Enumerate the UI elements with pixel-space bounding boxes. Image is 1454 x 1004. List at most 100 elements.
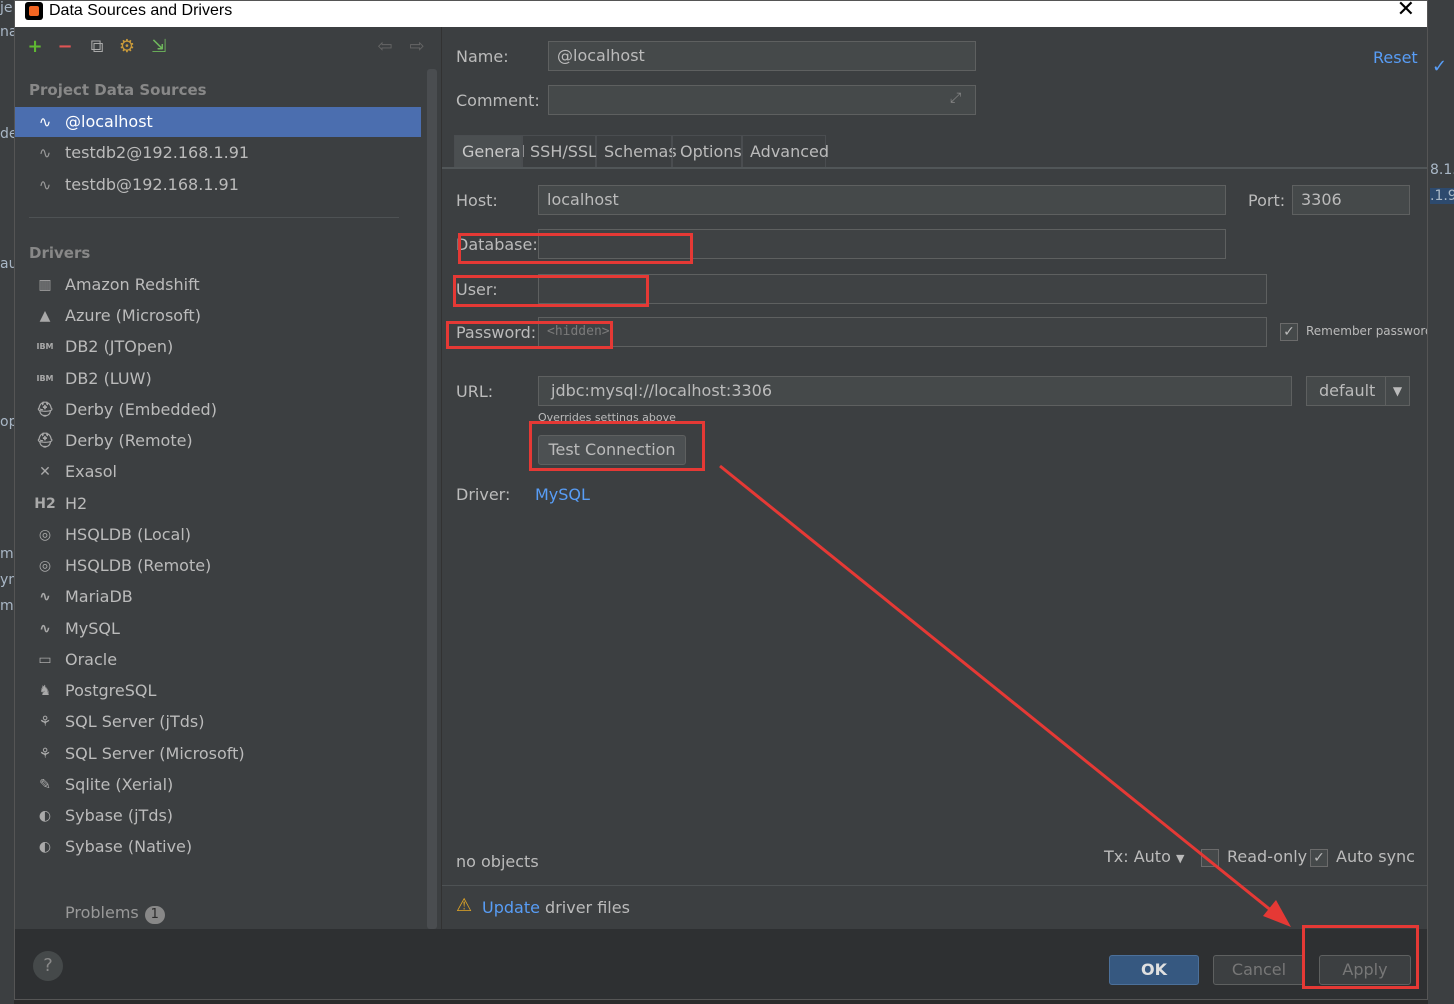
data-sources-dialog: Data Sources and Drivers ✕ + − ⧉ ⚙ ⇲ ⇦ ⇨… bbox=[14, 0, 1428, 1000]
datasource-item-testdb2[interactable]: ∿ testdb2@192.168.1.91 bbox=[15, 138, 421, 168]
port-input[interactable]: 3306 bbox=[1292, 185, 1410, 215]
driver-item[interactable]: ⛑ Derby (Remote) bbox=[15, 426, 421, 456]
driver-item[interactable]: IBM DB2 (JTOpen) bbox=[15, 332, 421, 362]
driver-item[interactable]: ∿ MariaDB bbox=[15, 582, 421, 612]
forward-arrow-icon[interactable]: ⇨ bbox=[407, 37, 427, 57]
url-mode-select[interactable]: default ▼ bbox=[1306, 376, 1410, 406]
datasource-item-localhost[interactable]: ∿ @localhost bbox=[15, 107, 421, 137]
mysql-dolphin-icon: ∿ bbox=[38, 113, 52, 131]
ok-button[interactable]: OK bbox=[1109, 955, 1199, 985]
driver-item[interactable]: ⚘ SQL Server (Microsoft) bbox=[15, 739, 421, 769]
driver-warning-bar: ⚠ Update driver files bbox=[442, 885, 1427, 929]
reset-link[interactable]: Reset bbox=[1373, 48, 1418, 67]
driver-icon: ◎ bbox=[38, 527, 52, 543]
driver-item[interactable]: ▭ Oracle bbox=[15, 645, 421, 675]
driver-item[interactable]: ◎ HSQLDB (Remote) bbox=[15, 551, 421, 581]
driver-icon: ▭ bbox=[38, 652, 52, 668]
tab-schemas[interactable]: Schemas bbox=[596, 135, 677, 167]
driver-icon: ⛑ bbox=[36, 433, 54, 449]
datasource-label: @localhost bbox=[65, 112, 153, 131]
url-label: URL: bbox=[456, 382, 494, 401]
warning-icon: ⚠ bbox=[456, 895, 473, 916]
chevron-down-icon: ▼ bbox=[1175, 852, 1185, 865]
url-input[interactable]: jdbc:mysql://localhost:3306 bbox=[538, 376, 1292, 406]
auto-sync-checkbox[interactable]: ✓ bbox=[1310, 849, 1328, 867]
import-icon[interactable]: ⇲ bbox=[149, 37, 169, 57]
driver-item[interactable]: H2 H2 bbox=[15, 489, 421, 519]
driver-label: Sqlite (Xerial) bbox=[65, 775, 174, 794]
problems-link[interactable]: Problems 1 bbox=[65, 903, 165, 924]
drivers-header: Drivers bbox=[29, 244, 91, 262]
name-input[interactable]: @localhost bbox=[548, 41, 976, 71]
driver-settings-icon[interactable]: ⚙ bbox=[117, 37, 137, 57]
tx-mode-label: Tx: Auto bbox=[1104, 847, 1171, 866]
tab-advanced[interactable]: Advanced bbox=[742, 135, 829, 167]
driver-link[interactable]: MySQL bbox=[535, 485, 590, 504]
tab-general[interactable]: General bbox=[454, 135, 525, 167]
driver-label: MySQL bbox=[65, 619, 120, 638]
name-label: Name: bbox=[456, 47, 509, 66]
driver-item[interactable]: ⛑ Derby (Embedded) bbox=[15, 395, 421, 425]
update-driver-message: Update driver files bbox=[482, 898, 630, 917]
driver-label: H2 bbox=[65, 494, 88, 513]
expand-icon[interactable]: ⤢ bbox=[950, 90, 961, 106]
driver-icon: ◎ bbox=[38, 558, 52, 574]
datasource-item-testdb[interactable]: ∿ testdb@192.168.1.91 bbox=[15, 170, 421, 200]
left-toolbar: + − ⧉ ⚙ ⇲ ⇦ ⇨ bbox=[15, 27, 441, 67]
duplicate-icon[interactable]: ⧉ bbox=[87, 37, 107, 57]
host-label: Host: bbox=[456, 191, 498, 210]
add-icon[interactable]: + bbox=[25, 37, 45, 57]
driver-item[interactable]: IBM DB2 (LUW) bbox=[15, 364, 421, 394]
update-link[interactable]: Update bbox=[482, 898, 540, 917]
mysql-dolphin-icon: ∿ bbox=[38, 176, 52, 194]
driver-item[interactable]: ⚘ SQL Server (jTds) bbox=[15, 707, 421, 737]
annotation-box-database bbox=[458, 233, 693, 264]
bg-fragment: 8.1. bbox=[1430, 162, 1454, 178]
bg-pin-icon: ✓ bbox=[1432, 56, 1448, 77]
cancel-button[interactable]: Cancel bbox=[1213, 955, 1305, 985]
driver-item[interactable]: ▲ Azure (Microsoft) bbox=[15, 301, 421, 331]
section-divider bbox=[29, 217, 399, 218]
help-icon[interactable]: ? bbox=[33, 951, 63, 981]
remove-icon[interactable]: − bbox=[55, 37, 75, 57]
driver-item[interactable]: ▥ Amazon Redshift bbox=[15, 270, 421, 300]
bg-fragment: m bbox=[0, 546, 14, 562]
driver-label: Derby (Remote) bbox=[65, 431, 193, 450]
left-scrollbar[interactable] bbox=[427, 69, 437, 929]
bg-fragment: je bbox=[0, 0, 13, 16]
close-icon[interactable]: ✕ bbox=[1397, 1, 1415, 21]
annotation-box-test-connection bbox=[529, 421, 705, 471]
driver-label: SQL Server (jTds) bbox=[65, 712, 205, 731]
driver-icon: ✎ bbox=[39, 777, 51, 793]
driver-item[interactable]: ◎ HSQLDB (Local) bbox=[15, 520, 421, 550]
driver-item[interactable]: ♞ PostgreSQL bbox=[15, 676, 421, 706]
tab-options[interactable]: Options bbox=[672, 135, 742, 167]
tab-ssh-ssl[interactable]: SSH/SSL bbox=[522, 135, 597, 167]
driver-item[interactable]: ✎ Sqlite (Xerial) bbox=[15, 770, 421, 800]
password-input[interactable]: <hidden> bbox=[538, 317, 1267, 347]
back-arrow-icon[interactable]: ⇦ bbox=[375, 37, 395, 57]
driver-item[interactable]: ◐ Sybase (jTds) bbox=[15, 801, 421, 831]
intellij-app-icon bbox=[25, 2, 43, 20]
driver-files-text: driver files bbox=[539, 898, 630, 917]
host-input[interactable]: localhost bbox=[538, 185, 1226, 215]
driver-item[interactable]: ◐ Sybase (Native) bbox=[15, 832, 421, 862]
driver-label: Exasol bbox=[65, 462, 117, 481]
dialog-button-bar: ? OK Cancel Apply bbox=[15, 929, 1427, 999]
background-ide-left: je na de au op m yn m bbox=[0, 0, 18, 1004]
annotation-box-password bbox=[446, 321, 613, 349]
driver-label: PostgreSQL bbox=[65, 681, 157, 700]
driver-item[interactable]: ∿ MySQL bbox=[15, 614, 421, 644]
remember-password-checkbox[interactable]: ✓ bbox=[1280, 323, 1298, 341]
driver-label: Sybase (Native) bbox=[65, 837, 193, 856]
driver-item[interactable]: ✕ Exasol bbox=[15, 457, 421, 487]
read-only-label: Read-only bbox=[1227, 847, 1308, 866]
datasource-label: testdb2@192.168.1.91 bbox=[65, 143, 250, 162]
read-only-checkbox[interactable] bbox=[1201, 849, 1219, 867]
driver-icon: ⚘ bbox=[38, 746, 52, 762]
tx-mode-dropdown[interactable]: Tx: Auto ▼ bbox=[1104, 847, 1184, 866]
driver-icon: ⛑ bbox=[36, 402, 54, 418]
comment-input[interactable] bbox=[548, 85, 976, 115]
driver-icon: ✕ bbox=[39, 464, 51, 480]
url-mode-value: default bbox=[1319, 381, 1376, 400]
